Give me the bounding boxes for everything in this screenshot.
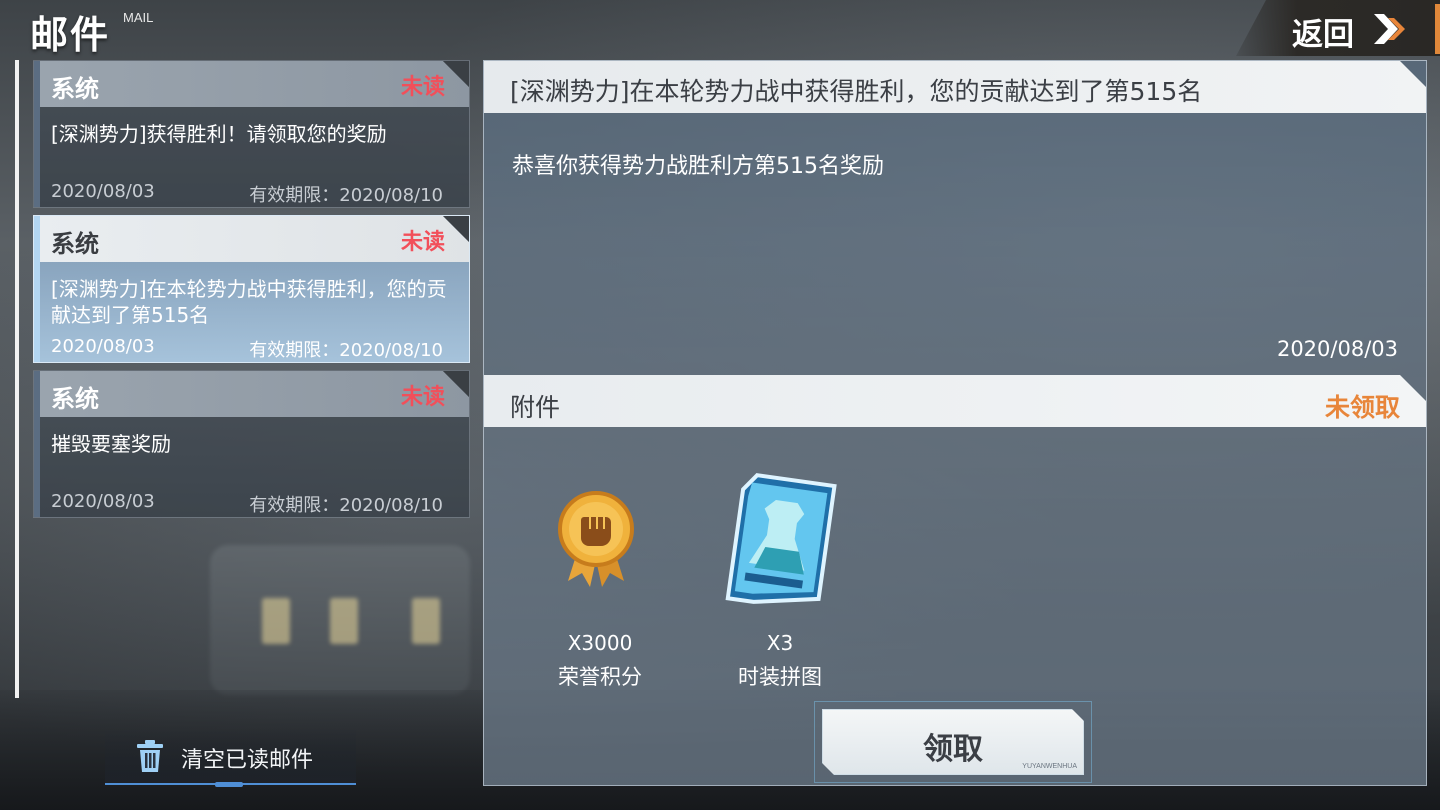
mail-list-scrollbar[interactable]: [15, 60, 19, 698]
trash-icon: [137, 740, 163, 772]
background-window: [262, 598, 290, 644]
mail-item[interactable]: 系统 未读 摧毁要塞奖励 2020/08/03 有效期限：2020/08/10: [33, 370, 470, 518]
background-window: [412, 598, 440, 644]
honor-medal-icon: [558, 491, 634, 587]
mail-date: 2020/08/03: [51, 181, 155, 202]
clear-read-mail-label: 清空已读邮件: [181, 748, 314, 773]
mail-detail-panel: [深渊势力]在本轮势力战中获得胜利，您的贡献达到了第515名 恭喜你获得势力战胜…: [483, 60, 1427, 786]
mail-date: 2020/08/03: [51, 336, 155, 357]
mail-expire: 有效期限：2020/08/10: [249, 185, 443, 206]
attachment-header: 附件 未领取: [484, 375, 1426, 427]
double-chevron-right-icon: [1374, 14, 1405, 44]
reward-name: 荣誉积分: [558, 665, 642, 689]
unread-badge: 未读: [400, 385, 445, 410]
reward-count: X3: [766, 631, 794, 655]
mail-expire: 有效期限：2020/08/10: [249, 340, 443, 361]
back-button-label: 返回: [1292, 17, 1354, 53]
mail-subject: [深渊势力]获得胜利！请领取您的奖励: [51, 122, 387, 146]
mail-detail-body: 恭喜你获得势力战胜利方第515名奖励: [512, 154, 884, 179]
mail-detail-title: [深渊势力]在本轮势力战中获得胜利，您的贡献达到了第515名: [510, 77, 1203, 106]
clear-read-mail-button[interactable]: 清空已读邮件: [105, 730, 356, 787]
back-button[interactable]: 返回: [1236, 0, 1440, 56]
attachment-status: 未领取: [1324, 393, 1400, 422]
mail-sender: 系统: [51, 385, 99, 413]
unread-badge: 未读: [400, 230, 445, 255]
mail-item-accent: [34, 61, 40, 207]
mail-item-accent: [34, 216, 40, 362]
outfit-puzzle-card-icon: [725, 473, 837, 604]
mail-detail-date: 2020/08/03: [1276, 337, 1398, 361]
attachment-label: 附件: [510, 393, 561, 422]
mail-sender: 系统: [51, 75, 99, 103]
mail-item-accent: [34, 371, 40, 517]
page-title: 邮件: [30, 13, 111, 57]
mail-item-selected[interactable]: 系统 未读 [深渊势力]在本轮势力战中获得胜利，您的贡献达到了第515名 202…: [33, 215, 470, 363]
mail-subject: 摧毁要塞奖励: [51, 432, 171, 456]
mail-expire: 有效期限：2020/08/10: [249, 495, 443, 516]
top-header: 邮件 MAIL 返回: [0, 0, 1440, 57]
background-window: [330, 598, 358, 644]
clear-button-indicator: [215, 782, 243, 787]
mail-detail-title-bar: [深渊势力]在本轮势力战中获得胜利，您的贡献达到了第515名: [484, 61, 1426, 113]
mail-subject: [深渊势力]在本轮势力战中获得胜利，您的贡献达到了第515名: [51, 277, 447, 327]
mail-date: 2020/08/03: [51, 491, 155, 512]
claim-button-tag: YUYANWENHUA: [1022, 763, 1077, 770]
mail-sender: 系统: [51, 230, 99, 258]
reward-name: 时装拼图: [738, 665, 822, 689]
mail-item[interactable]: 系统 未读 [深渊势力]获得胜利！请领取您的奖励 2020/08/03 有效期限…: [33, 60, 470, 208]
page-subtitle: MAIL: [123, 10, 154, 25]
unread-badge: 未读: [400, 75, 445, 100]
back-button-accent: [1435, 4, 1440, 54]
claim-button[interactable]: 领取 YUYANWENHUA: [822, 709, 1084, 775]
reward-count: X3000: [567, 631, 633, 655]
claim-button-label: 领取: [923, 732, 983, 767]
